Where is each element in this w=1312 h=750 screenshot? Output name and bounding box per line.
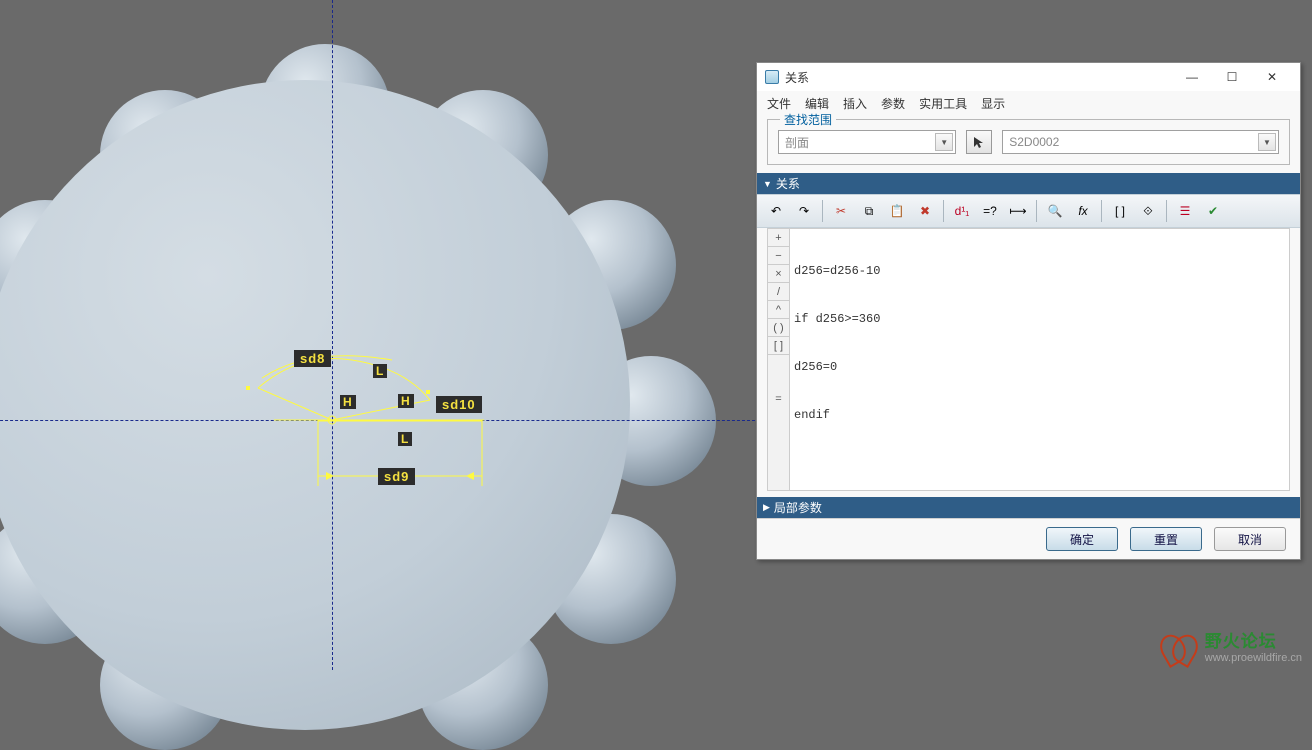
undo-icon: ↶ (771, 204, 781, 218)
redo-icon: ↷ (799, 204, 809, 218)
watermark-logo-icon (1161, 634, 1199, 664)
local-params-label: 局部参数 (774, 499, 822, 516)
dialog-buttons: 确定 重置 取消 (757, 518, 1300, 559)
watermark-title: 野火论坛 (1205, 633, 1302, 652)
minimize-button[interactable]: — (1172, 65, 1212, 89)
op-paren[interactable]: ( ) (768, 319, 789, 337)
app-icon (765, 70, 779, 84)
editor-toolbar: ↶ ↷ ✂ ⧉ 📋 ✖ d¹₁ =? ⟼ 🔍 fx [ ] ⟐ ☰ ✔ (757, 194, 1300, 228)
close-button[interactable]: ✕ (1252, 65, 1292, 89)
code-line: endif (794, 407, 1285, 423)
relations-section-header[interactable]: ▼ 关系 (757, 173, 1300, 194)
menu-parameters[interactable]: 参数 (881, 95, 905, 112)
collapse-icon: ▼ (763, 179, 772, 189)
scope-type-value: 剖面 (785, 134, 809, 151)
scope-group: 剖面 ▼ S2D0002 ▼ (767, 119, 1290, 165)
relations-section-label: 关系 (776, 175, 800, 192)
constraint-tag[interactable]: H (398, 394, 414, 408)
paste-button[interactable]: 📋 (884, 198, 910, 224)
expand-icon: ▶ (763, 502, 770, 513)
cursor-icon (972, 135, 986, 149)
copy-icon: ⧉ (865, 204, 874, 219)
watermark-url: www.proewildfire.cn (1205, 652, 1302, 664)
chevron-down-icon: ▼ (1258, 133, 1276, 151)
find-button[interactable]: 🔍 (1042, 198, 1068, 224)
dimension-sd10[interactable]: sd10 (436, 396, 482, 413)
function-button[interactable]: fx (1070, 198, 1096, 224)
datum-axis-horizontal (0, 420, 760, 421)
cut-icon: ✂ (836, 204, 846, 218)
operator-gutter: + − × / ^ ( ) [ ] = (768, 229, 790, 490)
constraint-tag[interactable]: L (398, 432, 412, 446)
local-params-section-header[interactable]: ▶ 局部参数 (757, 497, 1300, 518)
code-editor: + − × / ^ ( ) [ ] = d256=d256-10 if d256… (767, 228, 1290, 491)
model-disc (0, 80, 630, 730)
evaluate-button[interactable]: =? (977, 198, 1003, 224)
constraint-tag[interactable]: L (373, 364, 387, 378)
units-button[interactable]: ⟼ (1005, 198, 1031, 224)
titlebar[interactable]: 关系 — ☐ ✕ (757, 63, 1300, 91)
code-line: if d256>=360 (794, 311, 1285, 327)
op-equals[interactable]: = (768, 390, 789, 408)
op-power[interactable]: ^ (768, 301, 789, 319)
dimension-icon: d¹₁ (955, 204, 970, 218)
pick-button[interactable] (966, 130, 992, 154)
op-plus[interactable]: + (768, 229, 789, 247)
op-divide[interactable]: / (768, 283, 789, 301)
delete-icon: ✖ (920, 204, 930, 218)
cut-button[interactable]: ✂ (828, 198, 854, 224)
ok-button[interactable]: 确定 (1046, 527, 1118, 551)
scope-type-combo[interactable]: 剖面 ▼ (778, 130, 956, 154)
param-button[interactable]: ⟐ (1135, 198, 1161, 224)
menu-file[interactable]: 文件 (767, 95, 791, 112)
param-icon: ⟐ (1143, 204, 1152, 219)
paste-icon: 📋 (890, 204, 905, 218)
menu-show[interactable]: 显示 (981, 95, 1005, 112)
cancel-button[interactable]: 取消 (1214, 527, 1286, 551)
dialog-title: 关系 (785, 69, 1172, 86)
undo-button[interactable]: ↶ (763, 198, 789, 224)
menu-edit[interactable]: 编辑 (805, 95, 829, 112)
scope-object-value: S2D0002 (1009, 135, 1059, 149)
chevron-down-icon: ▼ (935, 133, 953, 151)
copy-button[interactable]: ⧉ (856, 198, 882, 224)
relations-dialog: 关系 — ☐ ✕ 文件 编辑 插入 参数 实用工具 显示 剖面 ▼ S2D000… (756, 62, 1301, 560)
code-line: d256=d256-10 (794, 263, 1285, 279)
op-bracket[interactable]: [ ] (768, 337, 789, 355)
brackets-icon: [ ] (1115, 204, 1125, 218)
constraint-tag[interactable]: H (340, 395, 356, 409)
check-icon: ✔ (1208, 204, 1218, 218)
dimension-sd8[interactable]: sd8 (294, 350, 331, 367)
find-icon: 🔍 (1048, 204, 1063, 218)
menu-utilities[interactable]: 实用工具 (919, 95, 967, 112)
watermark: 野火论坛 www.proewildfire.cn (1161, 633, 1302, 664)
verify-button[interactable]: ✔ (1200, 198, 1226, 224)
delete-button[interactable]: ✖ (912, 198, 938, 224)
reset-button[interactable]: 重置 (1130, 527, 1202, 551)
datum-axis-vertical (332, 0, 333, 670)
op-multiply[interactable]: × (768, 265, 789, 283)
menubar: 文件 编辑 插入 参数 实用工具 显示 (757, 91, 1300, 115)
sort-button[interactable]: ☰ (1172, 198, 1198, 224)
ruler-icon: ⟼ (1009, 204, 1026, 218)
list-icon: ☰ (1180, 204, 1191, 218)
menu-insert[interactable]: 插入 (843, 95, 867, 112)
dimension-sd9[interactable]: sd9 (378, 468, 415, 485)
function-icon: fx (1078, 204, 1087, 218)
op-minus[interactable]: − (768, 247, 789, 265)
code-text[interactable]: d256=d256-10 if d256>=360 d256=0 endif (790, 229, 1289, 490)
code-line: d256=0 (794, 359, 1285, 375)
scope-object-combo[interactable]: S2D0002 ▼ (1002, 130, 1279, 154)
brackets-button[interactable]: [ ] (1107, 198, 1133, 224)
maximize-button[interactable]: ☐ (1212, 65, 1252, 89)
equals-icon: =? (983, 204, 997, 218)
redo-button[interactable]: ↷ (791, 198, 817, 224)
dimension-button[interactable]: d¹₁ (949, 198, 975, 224)
